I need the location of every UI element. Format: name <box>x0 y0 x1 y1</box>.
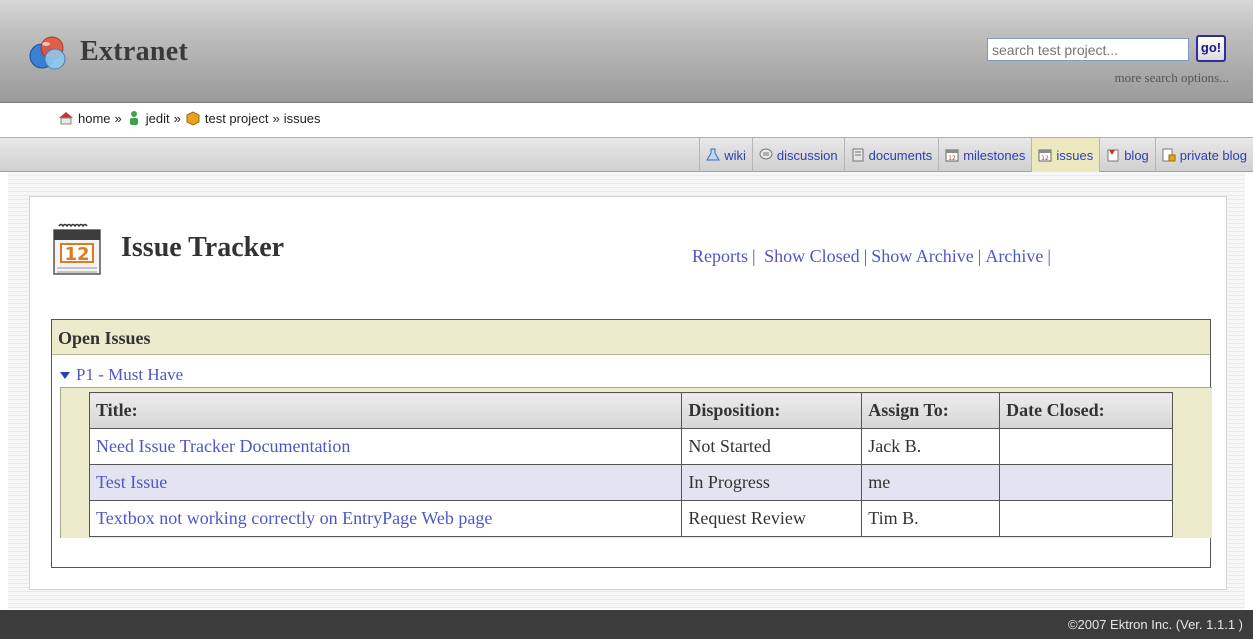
breadcrumb-issues: issues <box>283 110 321 126</box>
calendar-number: 12 <box>64 244 89 265</box>
action-separator: | <box>1047 246 1051 266</box>
action-separator: | <box>752 246 756 266</box>
reports-link[interactable]: Reports <box>692 246 748 266</box>
disposition-cell: Request Review <box>681 500 863 537</box>
issues-table-frame: Title: Disposition: Assign To: Date Clos… <box>60 387 1212 538</box>
breadcrumb-separator: » <box>114 110 122 126</box>
breadcrumb-home[interactable]: home <box>78 111 111 126</box>
tab-label: milestones <box>963 147 1026 163</box>
speech-bubble-icon <box>759 148 773 160</box>
breadcrumb-test-project[interactable]: test project <box>205 111 269 126</box>
date-closed-cell <box>999 464 1173 501</box>
search-input[interactable] <box>987 38 1189 61</box>
go-button[interactable]: go! <box>1196 35 1226 62</box>
tab-wiki[interactable]: wiki <box>699 138 752 172</box>
priority-group-label: P1 - Must Have <box>76 365 184 384</box>
home-icon <box>59 112 73 125</box>
assignee-cell: Tim B. <box>861 500 1001 537</box>
disposition-cell: Not Started <box>681 428 863 465</box>
column-header-disposition[interactable]: Disposition: <box>681 392 863 429</box>
assignee-cell: me <box>861 464 1001 501</box>
box-icon <box>186 111 200 126</box>
tab-label: issues <box>1056 147 1094 163</box>
action-separator: | <box>977 246 982 266</box>
more-search-options-link[interactable]: more search options... <box>1115 70 1229 86</box>
column-header-assign-to[interactable]: Assign To: <box>861 392 1001 429</box>
column-header-title[interactable]: Title: <box>88 392 683 429</box>
tab-private-blog[interactable]: private blog <box>1154 138 1253 172</box>
brand-title[interactable]: Extranet <box>80 36 188 68</box>
open-issues-box: Open Issues P1 - Must Have Title: Dispos… <box>51 319 1212 568</box>
locked-document-icon <box>1162 148 1176 162</box>
table-row: Test Issue In Progress me <box>88 464 1173 501</box>
svg-text:12: 12 <box>1042 155 1050 162</box>
breadcrumb: home » jedit » test project » issues <box>0 104 1253 137</box>
column-header-date-closed[interactable]: Date Closed: <box>999 392 1173 429</box>
tab-label: wiki <box>724 147 746 163</box>
extranet-logo-icon <box>29 36 66 70</box>
project-nav: wiki discussion documents 12 milestones … <box>0 137 1253 172</box>
document-icon <box>852 148 864 162</box>
tab-issues[interactable]: 12 issues <box>1031 138 1100 172</box>
open-issues-header: Open Issues <box>52 320 1210 355</box>
priority-group-toggle[interactable]: P1 - Must Have <box>60 365 183 385</box>
show-closed-link[interactable]: Show Closed <box>764 246 860 266</box>
tab-label: blog <box>1124 147 1149 163</box>
issue-title-cell: Test Issue <box>88 464 683 501</box>
tab-milestones[interactable]: 12 milestones <box>938 138 1031 172</box>
header: Extranet go! more search options... <box>0 0 1253 103</box>
table-row: Need Issue Tracker Documentation Not Sta… <box>88 428 1173 465</box>
date-closed-cell <box>999 428 1173 465</box>
archive-link[interactable]: Archive <box>985 246 1043 266</box>
blog-icon <box>1107 149 1119 162</box>
table-header-row: Title: Disposition: Assign To: Date Clos… <box>88 392 1173 429</box>
issue-title-link[interactable]: Need Issue Tracker Documentation <box>96 436 350 456</box>
breadcrumb-jedit[interactable]: jedit <box>146 111 170 126</box>
issue-title-link[interactable]: Textbox not working correctly on EntryPa… <box>96 508 492 528</box>
svg-text:12: 12 <box>948 155 956 162</box>
issue-title-link[interactable]: Test Issue <box>96 472 167 492</box>
copyright-text: ©2007 Ektron Inc. (Ver. 1.1.1 ) <box>1067 617 1243 632</box>
tab-label: private blog <box>1179 147 1247 163</box>
flask-icon <box>706 148 721 161</box>
date-closed-cell <box>999 500 1173 537</box>
calendar-icon: 12 <box>53 223 101 275</box>
triangle-down-icon <box>60 371 70 379</box>
show-archive-link[interactable]: Show Archive <box>871 246 974 266</box>
user-icon <box>129 111 138 125</box>
tab-label: documents <box>868 147 933 163</box>
breadcrumb-separator: » <box>173 110 181 126</box>
tab-label: discussion <box>776 147 838 163</box>
footer: ©2007 Ektron Inc. (Ver. 1.1.1 ) <box>0 610 1253 639</box>
assignee-cell: Jack B. <box>861 428 1001 465</box>
action-separator: | <box>863 246 868 266</box>
calendar-icon: 12 <box>1038 149 1052 162</box>
tab-documents[interactable]: documents <box>843 138 939 172</box>
issue-title-cell: Textbox not working correctly on EntryPa… <box>88 500 683 537</box>
calendar-icon: 12 <box>945 149 959 162</box>
issue-title-cell: Need Issue Tracker Documentation <box>88 428 683 465</box>
breadcrumb-separator: » <box>272 110 280 126</box>
table-row: Textbox not working correctly on EntryPa… <box>88 500 1173 537</box>
issues-table: Title: Disposition: Assign To: Date Clos… <box>88 392 1173 537</box>
page-title: Issue Tracker <box>121 232 285 263</box>
tab-discussion[interactable]: discussion <box>751 138 844 172</box>
issue-actions: Reports | Show Closed | Show Archive | Archiv… <box>692 246 1055 267</box>
tab-blog[interactable]: blog <box>1099 138 1155 172</box>
disposition-cell: In Progress <box>681 464 863 501</box>
